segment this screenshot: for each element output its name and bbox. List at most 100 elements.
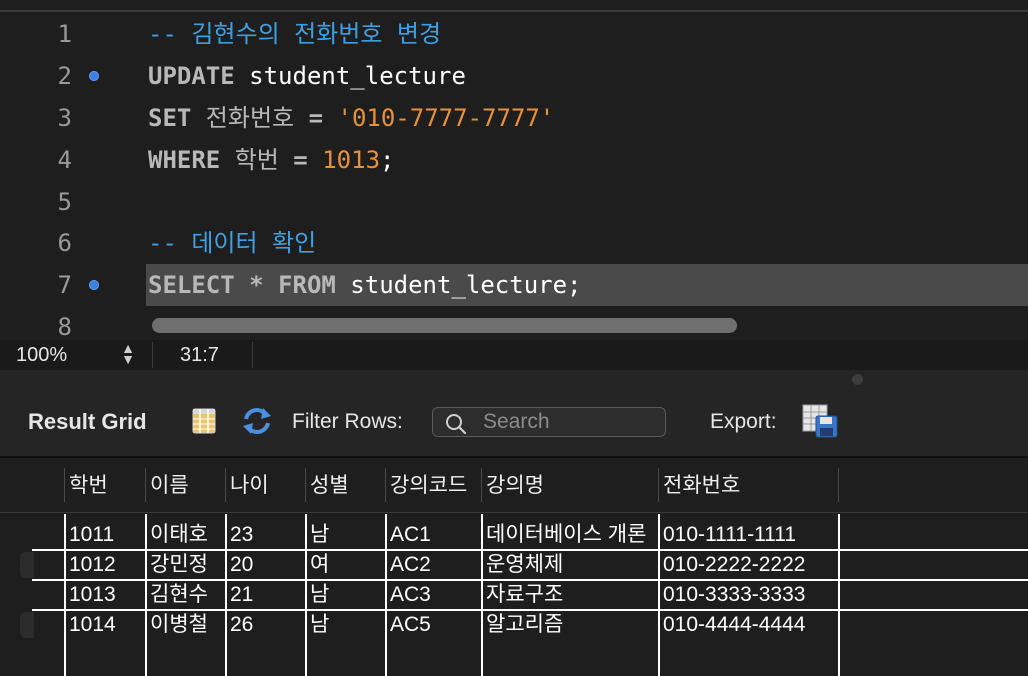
column-header[interactable]: 이름 xyxy=(145,466,225,514)
code-line[interactable]: UPDATE student_lecture xyxy=(148,55,466,97)
result-grid[interactable]: 학번 이름 나이 성별 강의코드 강의명 전화번호 1011 이태호 23 남 AC1 데이터베이스 개… xyxy=(0,456,1028,676)
column-header[interactable]: 강의코드 xyxy=(385,466,481,514)
sql-editor[interactable]: 1 -- 김현수의 전화번호 변경 2 UPDATE student_lecture 3… xyxy=(0,0,1028,340)
code-token: = xyxy=(278,146,323,174)
table-cell[interactable]: AC2 xyxy=(385,550,481,580)
table-cell[interactable]: AC5 xyxy=(385,610,481,640)
table-cell[interactable]: 남 xyxy=(305,520,385,550)
refresh-icon[interactable] xyxy=(241,406,273,436)
header-divider[interactable] xyxy=(838,468,839,502)
header-divider[interactable] xyxy=(385,468,386,502)
result-grid-title[interactable]: Result Grid xyxy=(28,390,147,454)
line-number: 3 xyxy=(57,104,72,132)
table-cell[interactable]: 운영체제 xyxy=(481,550,658,580)
table-cell[interactable]: 여 xyxy=(305,550,385,580)
column-header[interactable]: 전화번호 xyxy=(658,466,838,514)
code-line[interactable]: SET 전화번호 = '010-7777-7777' xyxy=(148,97,554,139)
column-gridline xyxy=(658,514,660,676)
export-label: Export: xyxy=(710,410,777,433)
table-cell[interactable]: 이태호 xyxy=(145,520,225,550)
grid-view-icon[interactable] xyxy=(192,408,216,434)
table-cell[interactable]: 1011 xyxy=(64,520,145,550)
table-cell[interactable]: 남 xyxy=(305,580,385,610)
code-token: 학번 xyxy=(220,146,279,174)
editor-top-border xyxy=(0,10,1028,12)
line-number: 7 xyxy=(57,271,72,299)
filter-search-box[interactable] xyxy=(432,407,666,437)
table-cell[interactable]: 1013 xyxy=(64,580,145,610)
code-line[interactable]: SELECT * FROM student_lecture; xyxy=(148,264,582,306)
line-number: 2 xyxy=(57,62,72,90)
code-token: -- 데이터 확인 xyxy=(148,229,317,257)
column-header[interactable]: 학번 xyxy=(64,466,145,514)
code-token: 전화번호 xyxy=(191,104,295,132)
column-header[interactable]: 성별 xyxy=(305,466,385,514)
column-header[interactable]: 나이 xyxy=(225,466,305,514)
code-token: UPDATE xyxy=(148,62,235,90)
header-divider[interactable] xyxy=(145,468,146,502)
code-token: FROM xyxy=(278,271,336,299)
table-cell[interactable]: AC1 xyxy=(385,520,481,550)
column-gridline xyxy=(838,514,840,676)
export-icon[interactable] xyxy=(802,404,838,438)
editor-status-bar: 100% ▲ ▼ 31:7 xyxy=(0,340,1028,370)
code-token: '010-7777-7777' xyxy=(337,104,555,132)
row-gridline xyxy=(32,549,1028,551)
row-selector[interactable] xyxy=(20,552,34,578)
table-cell[interactable]: 23 xyxy=(225,520,305,550)
zoom-stepper-icon[interactable]: ▲ ▼ xyxy=(118,341,138,367)
header-separator xyxy=(0,512,1028,513)
cursor-position: 31:7 xyxy=(180,344,219,366)
code-token: student_lecture; xyxy=(335,271,582,299)
column-gridline xyxy=(145,514,147,676)
table-cell[interactable]: 자료구조 xyxy=(481,580,658,610)
table-cell[interactable]: 010-2222-2222 xyxy=(658,550,838,580)
status-divider xyxy=(252,342,253,368)
code-line[interactable]: -- 김현수의 전화번호 변경 xyxy=(148,13,441,55)
code-token: ; xyxy=(380,146,395,174)
header-divider[interactable] xyxy=(658,468,659,502)
code-token: * xyxy=(234,271,279,299)
table-cell[interactable]: 010-4444-4444 xyxy=(658,610,838,640)
code-token: student_lecture xyxy=(234,62,466,90)
statement-marker-icon[interactable] xyxy=(89,71,99,81)
header-divider[interactable] xyxy=(64,468,65,502)
table-cell[interactable]: 20 xyxy=(225,550,305,580)
table-cell[interactable]: 남 xyxy=(305,610,385,640)
table-cell[interactable]: 데이터베이스 개론 xyxy=(481,520,658,550)
column-gridline xyxy=(305,514,307,676)
header-divider[interactable] xyxy=(225,468,226,502)
splitter-handle-icon[interactable] xyxy=(852,374,863,385)
row-gridline xyxy=(32,579,1028,581)
table-cell[interactable]: 21 xyxy=(225,580,305,610)
code-token: SET xyxy=(148,104,192,132)
code-line[interactable]: WHERE 학번 = 1013; xyxy=(148,139,394,181)
table-cell[interactable]: 1012 xyxy=(64,550,145,580)
code-token: = xyxy=(294,104,338,132)
column-gridline xyxy=(385,514,387,676)
code-token: 1013 xyxy=(322,146,381,174)
table-cell[interactable]: 이병철 xyxy=(145,610,225,640)
table-cell[interactable]: 010-3333-3333 xyxy=(658,580,838,610)
header-divider[interactable] xyxy=(481,468,482,502)
filter-rows-label: Filter Rows: xyxy=(292,410,403,433)
table-cell[interactable]: 1014 xyxy=(64,610,145,640)
zoom-level[interactable]: 100% xyxy=(16,340,67,370)
line-number: 6 xyxy=(57,229,72,257)
horizontal-scrollbar-thumb[interactable] xyxy=(152,318,737,333)
column-header[interactable]: 강의명 xyxy=(481,466,658,514)
table-cell[interactable]: 26 xyxy=(225,610,305,640)
table-cell[interactable]: AC3 xyxy=(385,580,481,610)
table-cell[interactable]: 010-1111-1111 xyxy=(658,520,838,550)
header-divider[interactable] xyxy=(305,468,306,502)
code-line[interactable]: -- 데이터 확인 xyxy=(148,222,316,264)
table-cell[interactable]: 강민정 xyxy=(145,550,225,580)
row-selector[interactable] xyxy=(20,612,34,638)
search-input[interactable] xyxy=(483,409,659,435)
table-cell[interactable]: 김현수 xyxy=(145,580,225,610)
search-icon xyxy=(446,414,467,435)
column-gridline xyxy=(225,514,227,676)
table-cell[interactable]: 알고리즘 xyxy=(481,610,658,640)
statement-marker-icon[interactable] xyxy=(89,280,99,290)
panel-splitter[interactable] xyxy=(0,370,1028,390)
